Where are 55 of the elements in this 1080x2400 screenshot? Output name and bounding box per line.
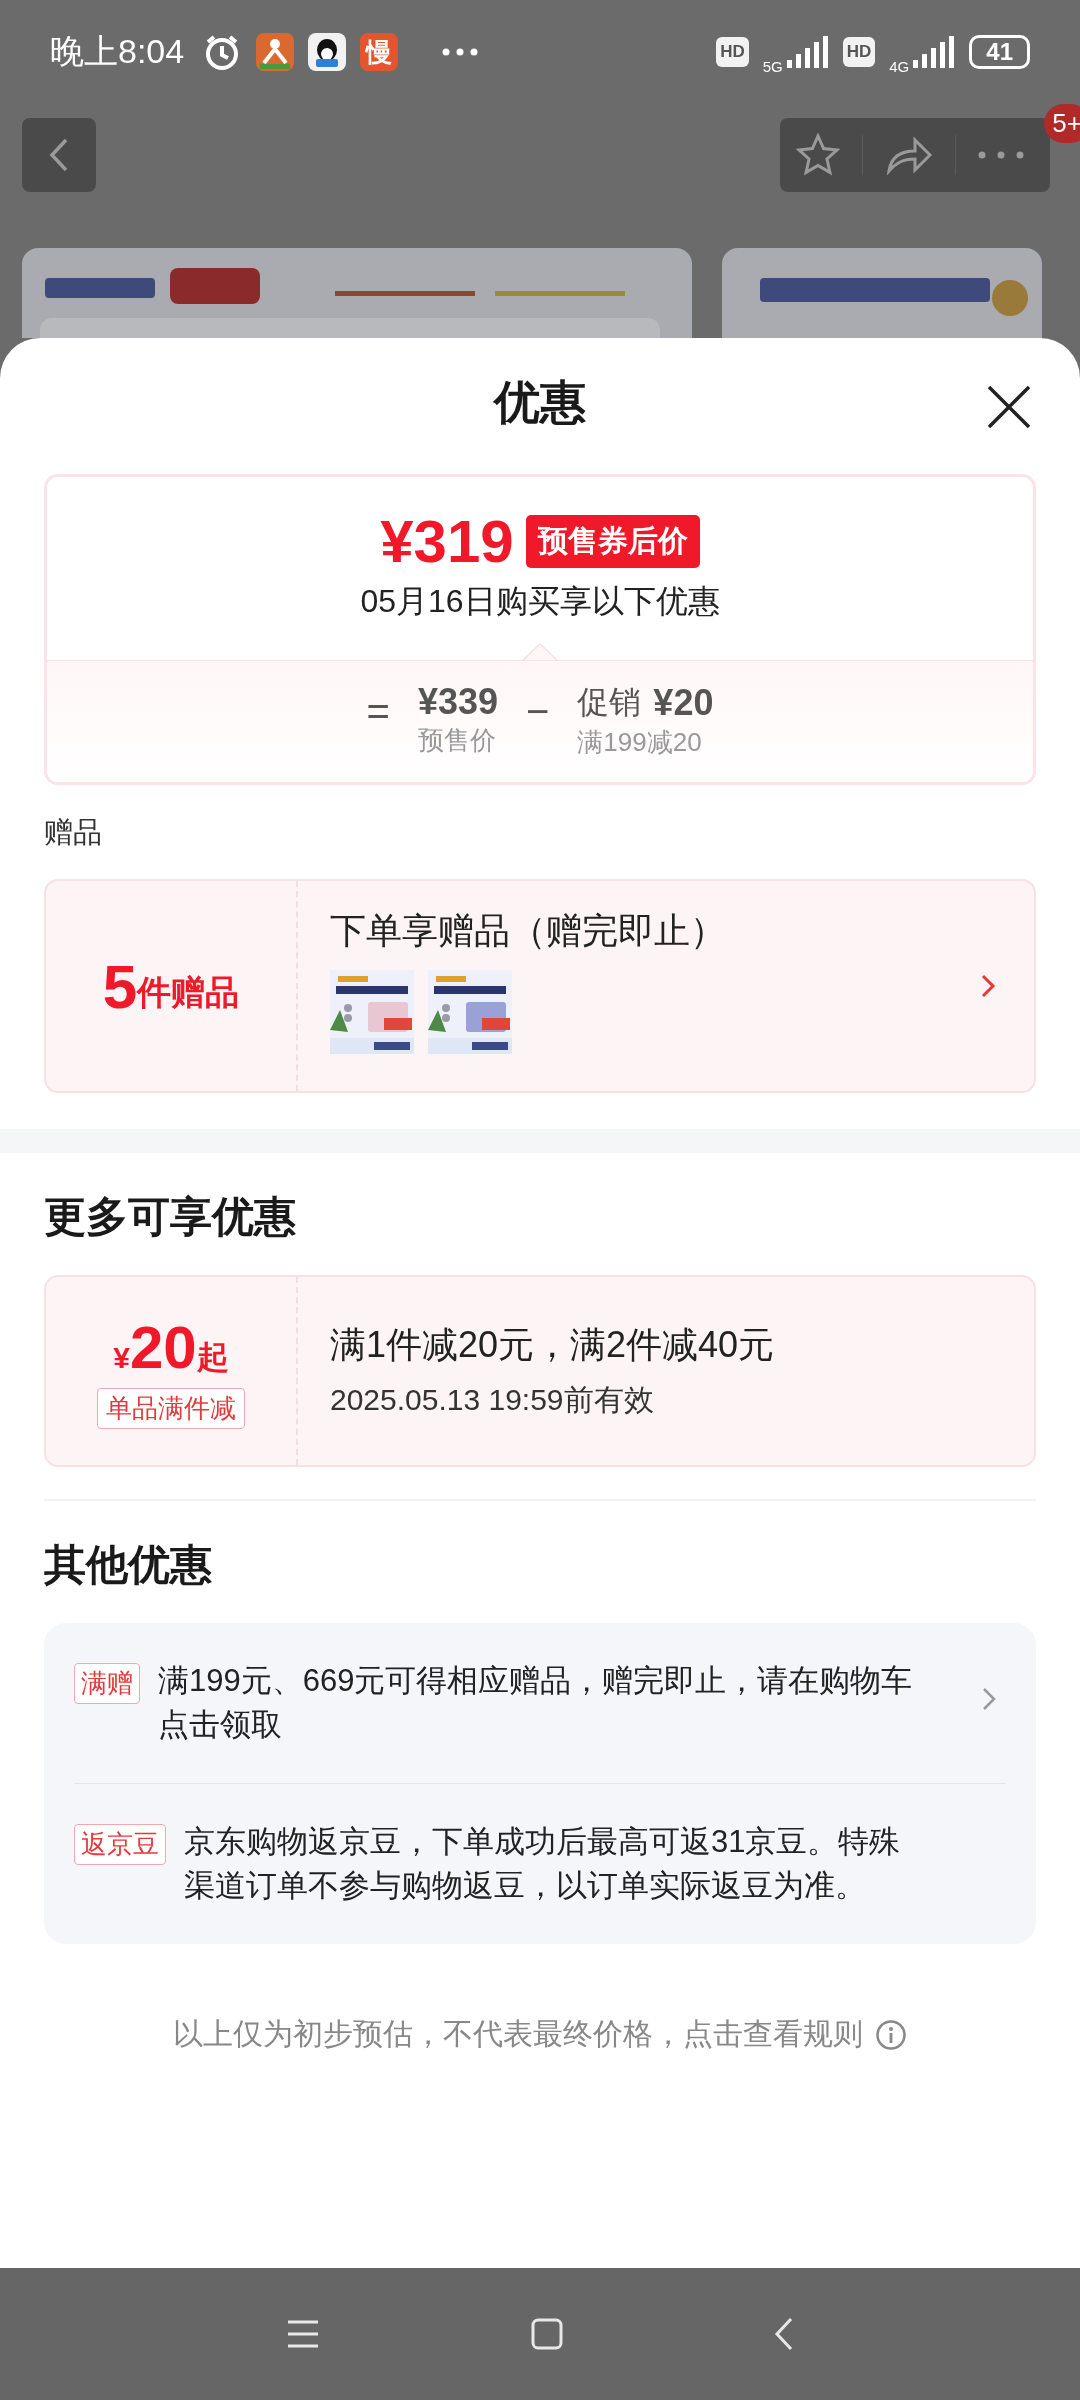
more-notifications-icon xyxy=(442,48,479,56)
presale-price: ¥339 xyxy=(417,681,498,723)
share-icon[interactable] xyxy=(885,135,933,175)
menu-icon[interactable] xyxy=(285,2319,320,2349)
coupon-amount: 20 xyxy=(129,1313,197,1382)
close-icon[interactable] xyxy=(986,384,1032,430)
chevron-right-icon xyxy=(980,973,996,999)
app-icon xyxy=(256,33,295,71)
equals-sign: = xyxy=(366,689,390,734)
clock-time: 晚上8:04 xyxy=(50,31,185,72)
offer-tag: 返京豆 xyxy=(74,1824,166,1865)
price-tag: 预售券后价 xyxy=(525,515,700,568)
disclaimer-link[interactable]: 以上仅为初步预估，不代表最终价格，点击查看规则 xyxy=(173,2014,863,2055)
section-label: 赠品 xyxy=(44,815,103,850)
coupon-rule: 满1件减20元，满2件减40元 xyxy=(330,1323,775,1367)
currency-symbol: ¥ xyxy=(113,1341,130,1375)
app-icon: 慢 xyxy=(360,33,399,71)
hd-indicator: HD xyxy=(842,37,876,67)
more-icon[interactable] xyxy=(978,151,1024,159)
notification-badge: 5+ xyxy=(1044,104,1080,143)
minus-sign: − xyxy=(526,689,550,734)
coupon-tag: 单品满件减 xyxy=(97,1388,245,1429)
gift-count-label: 件赠品 xyxy=(137,972,240,1013)
info-icon[interactable] xyxy=(875,2018,907,2051)
promo-amount: ¥20 xyxy=(653,682,714,724)
coupon-validity: 2025.05.13 19:59前有效 xyxy=(330,1382,655,1418)
presale-label: 预售价 xyxy=(417,724,496,757)
gift-title: 下单享赠品（赠完即止） xyxy=(330,909,726,953)
back-icon[interactable] xyxy=(774,2317,795,2351)
section-title: 更多可享优惠 xyxy=(44,1192,297,1242)
offer-row[interactable]: 返京豆 京东购物返京豆，下单成功后最高可返31京豆。特殊渠道订单不参与购物返豆，以订单实际返豆为准。 xyxy=(74,1783,1006,1944)
battery-indicator: 41 xyxy=(969,35,1030,69)
offer-text: 满199元、669元可得相应赠品，赠完即止，请在购物车点击领取 xyxy=(158,1662,914,1744)
section-title: 其他优惠 xyxy=(44,1540,213,1590)
promo-label: 促销 xyxy=(577,683,642,722)
amount-suffix: 起 xyxy=(196,1339,229,1377)
final-price: ¥319 xyxy=(380,507,514,576)
price-subtitle: 05月16日购买享以下优惠 xyxy=(360,582,720,621)
network-type: 4G xyxy=(889,57,910,75)
back-button[interactable] xyxy=(22,118,96,192)
sheet-title: 优惠 xyxy=(494,375,586,430)
signal-icon xyxy=(911,36,956,68)
home-icon[interactable] xyxy=(531,2318,563,2350)
hd-indicator: HD xyxy=(716,37,749,67)
star-icon[interactable] xyxy=(796,133,840,177)
promo-rule: 满199减20 xyxy=(577,726,702,759)
penguin-app-icon xyxy=(308,33,347,71)
chevron-left-icon xyxy=(48,137,70,173)
offer-tag: 满赠 xyxy=(74,1663,140,1704)
signal-icon xyxy=(784,36,829,68)
offer-row[interactable]: 满赠 满199元、669元可得相应赠品，赠完即止，请在购物车点击领取 xyxy=(74,1623,1006,1783)
offer-text: 京东购物返京豆，下单成功后最高可返31京豆。特殊渠道订单不参与购物返豆，以订单实际返豆为准。 xyxy=(184,1823,902,1905)
gift-card[interactable]: 5件赠品 下单享赠品（赠完即止） xyxy=(44,879,1036,1093)
network-type: 5G xyxy=(762,57,783,75)
chevron-right-icon[interactable] xyxy=(982,1687,996,1711)
